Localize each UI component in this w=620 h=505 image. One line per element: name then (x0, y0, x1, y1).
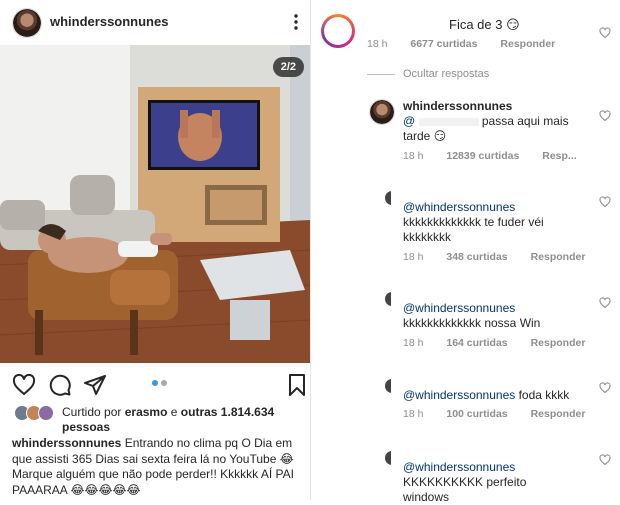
reply-2-meta: 18 h 348 curtidas Responder (403, 251, 605, 263)
liked-avatar (38, 405, 54, 421)
hide-replies-button[interactable]: Ocultar respostas (403, 68, 489, 80)
replies-divider-line (367, 74, 395, 75)
reply-text: kkkkkkkkkkkkk te fuder véi kkkkkkkk (403, 215, 544, 244)
heart-small-icon[interactable] (599, 110, 611, 122)
reply-5-body: @whinderssonnunes KKKKKKKKKK perfeito wi… (403, 460, 543, 505)
heart-small-icon[interactable] (599, 196, 611, 208)
reply-3-meta: 18 h 164 curtidas Responder (403, 337, 605, 349)
reply-mention[interactable]: @whinderssonnunes (403, 200, 515, 214)
caption-username[interactable]: whinderssonnunes (12, 436, 121, 450)
reply-avatar[interactable] (385, 379, 399, 393)
reply-4-body: @whinderssonnunes foda kkkk (403, 388, 583, 403)
liked-prefix: Curtido por (62, 405, 122, 419)
comment-likes[interactable]: 100 curtidas (446, 408, 507, 420)
commenter-avatar[interactable] (321, 14, 355, 48)
reply-avatar[interactable] (369, 99, 395, 125)
top-comment-text: Fica de 3 😏 (449, 17, 520, 32)
reply-mention[interactable]: @whinderssonnunes (403, 388, 515, 402)
image-counter-badge: 2/2 (272, 57, 304, 77)
comments-panel: Fica de 3 😏 18 h 6677 curtidas Responder… (310, 0, 620, 504)
reply-avatar[interactable] (385, 191, 399, 205)
reply-2-body: @whinderssonnunes kkkkkkkkkkkkk te fuder… (403, 200, 583, 245)
reply-text: kkkkkkkkkkkkk nossa Win (403, 316, 541, 330)
reply-button[interactable]: Responder (531, 408, 586, 420)
post-author-username[interactable]: whinderssonnunes (50, 14, 168, 29)
liked-middle: e (170, 405, 178, 419)
reply-1-meta: 18 h 12839 curtidas Resp... (403, 150, 597, 162)
reply-text: foda kkkk (518, 388, 570, 402)
liked-user[interactable]: erasmo (125, 405, 168, 419)
more-vertical-icon[interactable] (290, 12, 302, 32)
post-author-avatar[interactable] (12, 8, 42, 38)
liked-by-text[interactable]: Curtido por erasmo e outras 1.814.634 pe… (62, 405, 302, 435)
comment-time: 18 h (403, 251, 424, 263)
comment-likes[interactable]: 348 curtidas (446, 251, 507, 263)
heart-small-icon[interactable] (599, 454, 611, 466)
reply-button[interactable]: Responder (500, 38, 555, 50)
liked-by-avatars[interactable] (14, 405, 60, 421)
comment-likes[interactable]: 164 curtidas (446, 337, 507, 349)
reply-username[interactable]: whinderssonnunes (403, 99, 583, 114)
heart-small-icon[interactable] (599, 382, 611, 394)
share-icon[interactable] (83, 373, 107, 397)
heart-small-icon[interactable] (599, 27, 611, 39)
post-panel: whinderssonnunes 2/2 Curtido por erasmo … (0, 0, 310, 500)
heart-icon[interactable] (12, 373, 36, 397)
top-comment-meta: 18 h 6677 curtidas Responder (367, 38, 575, 50)
reply-avatar[interactable] (385, 292, 399, 306)
reply-button[interactable]: Responder (531, 251, 586, 263)
reply-mention[interactable]: @ (403, 114, 415, 128)
reply-4-meta: 18 h 100 curtidas Responder (403, 408, 605, 420)
carousel-dot (161, 380, 167, 386)
comment-time: 18 h (403, 337, 424, 349)
reply-mention[interactable]: @whinderssonnunes (403, 460, 515, 474)
comment-likes[interactable]: 6677 curtidas (410, 38, 477, 50)
reply-3-body: @whinderssonnunes kkkkkkkkkkkkk nossa Wi… (403, 301, 583, 331)
post-caption: whinderssonnunes Entrando no clima pq O … (12, 436, 307, 498)
comment-time: 18 h (403, 408, 424, 420)
reply-mention[interactable]: @whinderssonnunes (403, 301, 515, 315)
comment-time: 18 h (403, 150, 424, 162)
reply-1-body: whinderssonnunes @ passa aqui mais tarde… (403, 99, 583, 144)
comment-time: 18 h (367, 38, 388, 50)
reply-avatar[interactable] (385, 451, 399, 465)
reply-button[interactable]: Resp... (542, 150, 576, 162)
reply-button[interactable]: Responder (531, 337, 586, 349)
post-photo[interactable] (0, 45, 310, 363)
bookmark-icon[interactable] (285, 373, 309, 397)
comment-icon[interactable] (48, 373, 72, 397)
comment-likes[interactable]: 12839 curtidas (446, 150, 519, 162)
post-photo-illustration (0, 45, 310, 363)
mention-redacted (418, 117, 479, 126)
heart-small-icon[interactable] (599, 297, 611, 309)
carousel-dot-active (152, 380, 158, 386)
